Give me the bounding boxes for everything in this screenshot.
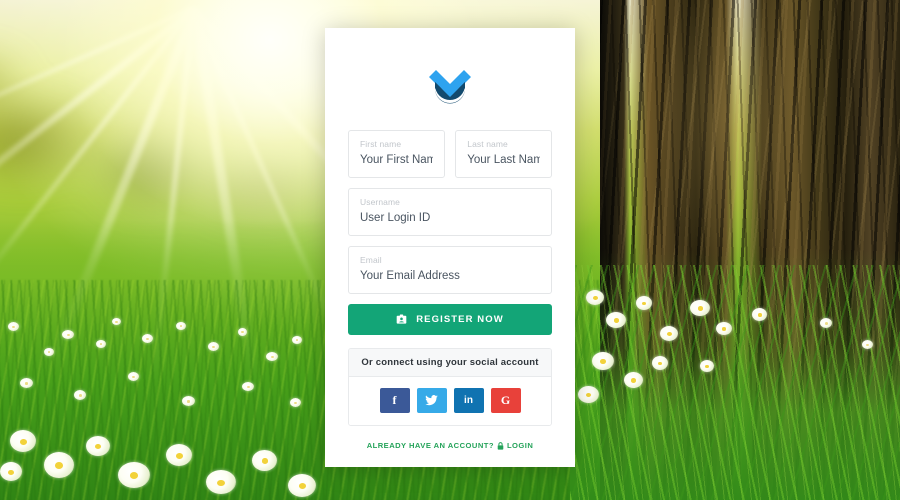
flower xyxy=(142,334,153,343)
flower xyxy=(208,342,219,351)
flower xyxy=(118,462,150,488)
meadow-grass-right xyxy=(570,250,900,500)
email-label: Email xyxy=(360,255,382,265)
flower xyxy=(252,450,277,471)
screen: First name Your First Name Last name You… xyxy=(0,0,900,500)
flower xyxy=(290,398,301,407)
last-name-label: Last name xyxy=(467,139,508,149)
flower xyxy=(10,430,36,452)
flower xyxy=(592,352,614,370)
login-prompt-question: ALREADY HAVE AN ACCOUNT? xyxy=(366,441,494,450)
flower xyxy=(8,322,19,331)
google-icon: G xyxy=(500,393,511,407)
login-prompt[interactable]: ALREADY HAVE AN ACCOUNT? LOGIN xyxy=(348,441,552,450)
flower xyxy=(182,396,195,406)
last-name-field[interactable]: Last name Your Last Name xyxy=(455,130,552,178)
register-now-button[interactable]: REGISTER NOW xyxy=(348,304,552,335)
flower xyxy=(624,372,643,388)
registration-card: First name Your First Name Last name You… xyxy=(325,28,575,467)
first-name-input[interactable]: Your First Name xyxy=(360,153,433,168)
flower xyxy=(752,308,767,321)
flower xyxy=(660,326,678,341)
flower xyxy=(176,322,186,330)
flower xyxy=(586,290,604,305)
flower xyxy=(96,340,106,348)
flower xyxy=(636,296,652,310)
flower xyxy=(652,356,668,370)
social-connect-box: Or connect using your social account f i… xyxy=(348,348,552,426)
social-connect-heading: Or connect using your social account xyxy=(349,349,551,377)
linkedin-icon: in xyxy=(464,395,473,406)
flower xyxy=(20,378,33,388)
flower xyxy=(690,300,710,316)
google-login-button[interactable]: G xyxy=(490,388,521,413)
username-input[interactable]: User Login ID xyxy=(360,211,540,226)
flower xyxy=(112,318,121,325)
id-card-icon xyxy=(396,314,407,324)
social-buttons-row: f in G xyxy=(349,377,551,425)
flower xyxy=(128,372,139,381)
flower xyxy=(292,336,302,344)
first-name-label: First name xyxy=(360,139,402,149)
flower xyxy=(288,474,316,497)
flower xyxy=(62,330,74,339)
email-input[interactable]: Your Email Address xyxy=(360,269,540,284)
lock-icon xyxy=(497,441,504,450)
facebook-login-button[interactable]: f xyxy=(379,388,410,413)
facebook-icon: f xyxy=(392,393,397,407)
flower xyxy=(206,470,236,494)
grass-blades-texture xyxy=(570,265,900,500)
twitter-icon xyxy=(425,395,438,406)
twitter-login-button[interactable] xyxy=(416,388,447,413)
last-name-input[interactable]: Your Last Name xyxy=(467,153,540,168)
flower xyxy=(166,444,192,466)
flower xyxy=(606,312,626,328)
flower xyxy=(242,382,254,391)
first-name-field[interactable]: First name Your First Name xyxy=(348,130,446,178)
flower xyxy=(238,328,247,336)
email-field[interactable]: Email Your Email Address xyxy=(348,246,552,294)
flower xyxy=(862,340,873,349)
registration-form: First name Your First Name Last name You… xyxy=(325,130,575,450)
register-now-label: REGISTER NOW xyxy=(416,314,504,325)
logo-container xyxy=(325,28,575,130)
flower xyxy=(0,462,22,481)
flower xyxy=(716,322,732,335)
flower xyxy=(820,318,832,328)
flower xyxy=(266,352,278,361)
flower xyxy=(44,348,54,356)
flower xyxy=(44,452,74,478)
flower xyxy=(700,360,714,372)
name-row: First name Your First Name Last name You… xyxy=(348,130,552,188)
flower xyxy=(74,390,86,400)
login-link[interactable]: LOGIN xyxy=(507,441,533,450)
linkedin-login-button[interactable]: in xyxy=(453,388,484,413)
flower xyxy=(86,436,110,456)
username-field[interactable]: Username User Login ID xyxy=(348,188,552,236)
username-label: Username xyxy=(360,197,401,207)
flower xyxy=(578,386,599,403)
chevron-bowl-logo xyxy=(429,70,471,104)
